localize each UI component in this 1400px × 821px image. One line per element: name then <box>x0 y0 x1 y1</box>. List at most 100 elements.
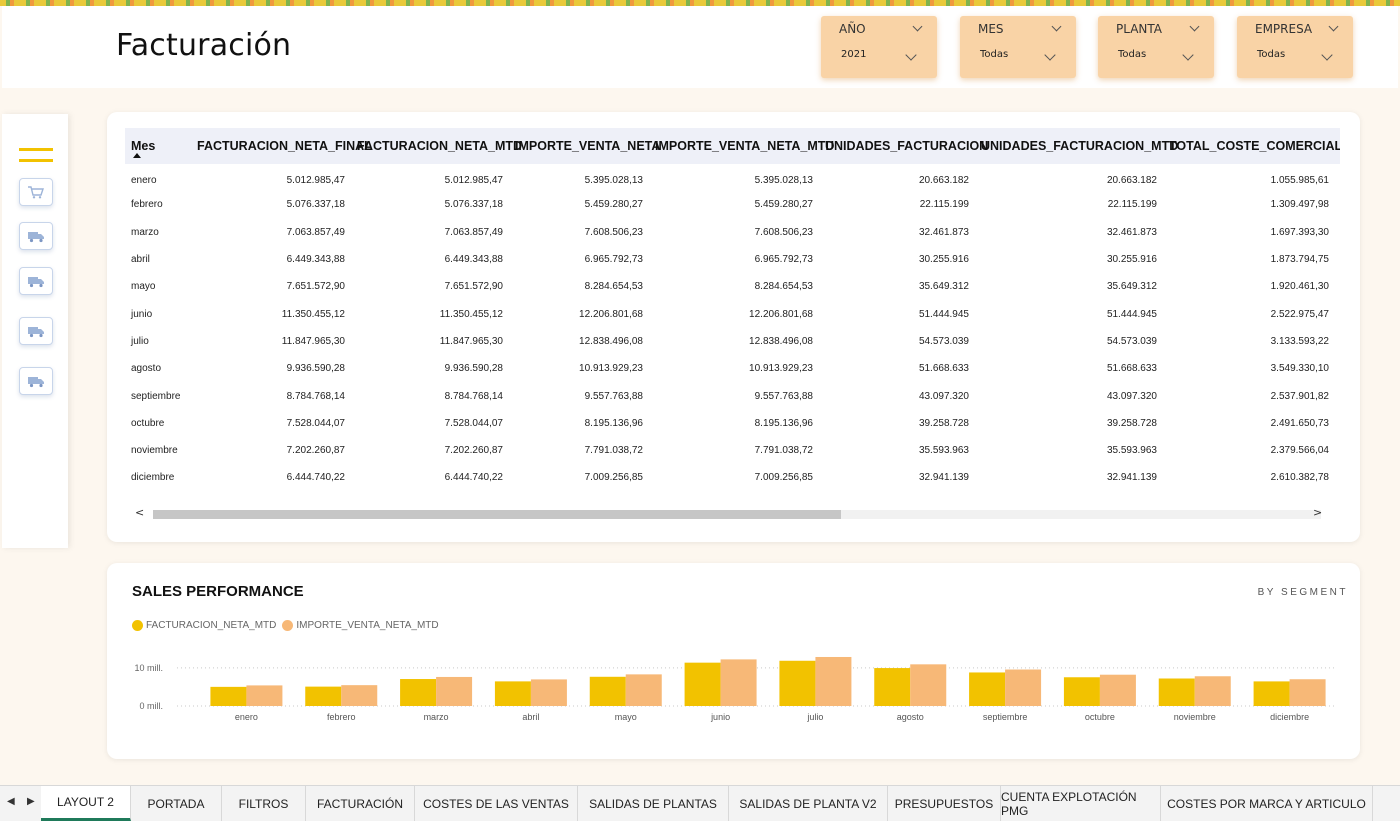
slicer-company[interactable]: EMPRESA Todas <box>1237 16 1353 78</box>
bar-facturacion-abril[interactable] <box>494 681 531 706</box>
cell-value: 2.491.650,73 <box>1270 417 1329 429</box>
bar-importe-julio[interactable] <box>815 656 852 706</box>
nav-button-sales[interactable] <box>19 178 53 206</box>
cell-value: 7.528.044,07 <box>444 417 503 429</box>
column-header[interactable]: UNIDADES_FACTURACION <box>819 128 988 164</box>
legend-item[interactable]: FACTURACION_NETA_MTD <box>132 620 276 631</box>
bar-facturacion-mayo[interactable] <box>589 676 626 706</box>
chevron-down-icon[interactable] <box>1328 21 1339 32</box>
cell-value: 5.459.280,27 <box>584 199 643 211</box>
hamburger-icon[interactable] <box>19 148 53 162</box>
bar-facturacion-febrero[interactable] <box>305 686 342 706</box>
nav-button-shipping-3[interactable] <box>19 317 53 345</box>
page-tab[interactable]: PRESUPUESTOS <box>888 786 1001 821</box>
page-tab[interactable]: SALIDAS DE PLANTAS <box>578 786 729 821</box>
column-header-mes[interactable]: Mes <box>125 128 191 164</box>
cell-value: 1.873.794,75 <box>1270 254 1329 266</box>
tab-next-arrow[interactable]: ▶ <box>27 796 35 807</box>
legend-swatch <box>282 620 294 631</box>
page-tab[interactable]: LAYOUT 2 <box>41 786 131 821</box>
cell-value: 1.309.497,98 <box>1270 199 1329 211</box>
x-tick-label: noviembre <box>1174 712 1216 722</box>
bar-facturacion-noviembre[interactable] <box>1158 678 1195 706</box>
bar-importe-junio[interactable] <box>720 659 757 706</box>
bar-importe-octubre[interactable] <box>1099 674 1136 706</box>
cell-month: febrero <box>131 199 163 211</box>
page-tab[interactable]: PORTADA <box>131 786 222 821</box>
horizontal-scrollbar[interactable]: < > <box>125 506 1340 520</box>
cell-value <box>1335 355 1340 382</box>
cell-value: 5.076.337,18 <box>444 199 503 211</box>
bar-importe-septiembre[interactable] <box>1005 669 1042 706</box>
cell-value <box>1335 382 1340 409</box>
cell-month: julio <box>131 335 149 347</box>
column-header[interactable]: UNIDADES_FACTURACION_MTD <box>975 128 1178 164</box>
slicer-plant[interactable]: PLANTA Todas <box>1098 16 1214 78</box>
page-tab[interactable]: CUENTA EXPLOTACIÓN PMG <box>1001 786 1161 821</box>
cell-value: 7.791.038,72 <box>584 445 643 457</box>
page-tab[interactable]: COSTES DE LAS VENTAS <box>415 786 578 821</box>
nav-sidebar <box>2 114 68 548</box>
cell-value: 8.284.654,53 <box>584 281 643 293</box>
bar-facturacion-marzo[interactable] <box>400 679 437 706</box>
tab-prev-arrow[interactable]: ◀ <box>7 796 15 807</box>
cell-value: 2.610.382,78 <box>1270 472 1329 484</box>
chevron-down-icon[interactable] <box>905 49 917 61</box>
nav-button-shipping-2[interactable] <box>19 267 53 295</box>
chart-legend: FACTURACION_NETA_MTD IMPORTE_VENTA_NETA_… <box>132 620 445 631</box>
column-header[interactable]: TOTAL_COSTE_COMERCIAL <box>1163 128 1340 164</box>
chevron-down-icon[interactable] <box>1044 49 1056 61</box>
scroll-right-arrow[interactable]: > <box>1313 506 1322 519</box>
cell-value: 9.557.763,88 <box>584 390 643 402</box>
page-tab[interactable]: COSTES POR MARCA Y ARTICULO <box>1161 786 1373 821</box>
bar-importe-mayo[interactable] <box>625 674 662 706</box>
column-header[interactable]: IMPORTE_VENTA_NETA <box>509 128 660 164</box>
bar-importe-diciembre[interactable] <box>1289 679 1326 706</box>
nav-button-shipping-4[interactable] <box>19 367 53 395</box>
legend-item[interactable]: IMPORTE_VENTA_NETA_MTD <box>282 620 439 631</box>
cell-value: 5.076.337,18 <box>286 199 345 211</box>
bar-importe-abril[interactable] <box>530 679 567 706</box>
chevron-down-icon[interactable] <box>912 21 923 32</box>
chevron-down-icon[interactable] <box>1051 21 1062 32</box>
chevron-down-icon[interactable] <box>1321 49 1333 61</box>
bar-importe-enero[interactable] <box>246 685 283 706</box>
table-row: junio 11.350.455,12 11.350.455,12 12.206.80… <box>125 300 1340 327</box>
chevron-down-icon[interactable] <box>1189 21 1200 32</box>
cell-value: 8.195.136,96 <box>584 417 643 429</box>
column-header[interactable]: FACTURACION_NETA_MTD <box>351 128 522 164</box>
cell-value: 20.663.182 <box>1106 175 1157 187</box>
chevron-down-icon[interactable] <box>1182 49 1194 61</box>
bar-importe-marzo[interactable] <box>436 676 473 706</box>
bar-facturacion-diciembre[interactable] <box>1253 681 1290 706</box>
cell-value: 7.063.857,49 <box>444 226 503 238</box>
page-tab[interactable]: SALIDAS DE PLANTA V2 <box>729 786 888 821</box>
slicer-year[interactable]: AÑO 2021 <box>821 16 937 78</box>
cell-month: abril <box>131 254 150 266</box>
bar-importe-agosto[interactable] <box>910 664 947 706</box>
cell-value: 8.784.768,14 <box>444 390 503 402</box>
bar-importe-febrero[interactable] <box>341 685 378 706</box>
table-row: diciembre 6.444.740,22 6.444.740,22 7.009.2… <box>125 464 1340 491</box>
table-viewport[interactable]: Mes FACTURACION_NETA_FINAL FACTURACION_NET… <box>125 128 1340 504</box>
page-tab[interactable]: FILTROS <box>222 786 306 821</box>
column-header[interactable]: IMPORTE_VENTA_NETA_MTD <box>649 128 834 164</box>
slicer-month[interactable]: MES Todas <box>960 16 1076 78</box>
bar-facturacion-junio[interactable] <box>684 662 721 706</box>
bar-facturacion-julio[interactable] <box>779 660 816 706</box>
cell-value <box>1335 273 1340 300</box>
column-header[interactable]: FACTURACION_NETA_FINAL <box>191 128 372 164</box>
bar-facturacion-septiembre[interactable] <box>969 672 1006 706</box>
scroll-left-arrow[interactable]: < <box>135 506 144 519</box>
bar-facturacion-octubre[interactable] <box>1063 677 1100 706</box>
cell-value: 54.573.039 <box>1106 335 1157 347</box>
bar-importe-noviembre[interactable] <box>1194 676 1231 706</box>
nav-button-shipping-1[interactable] <box>19 222 53 250</box>
x-tick-label: agosto <box>897 712 924 722</box>
page-tab[interactable]: FACTURACIÓN <box>306 786 415 821</box>
cell-value: 7.791.038,72 <box>754 445 813 457</box>
bar-facturacion-agosto[interactable] <box>874 668 911 706</box>
bar-facturacion-enero[interactable] <box>210 686 247 706</box>
cell-month: mayo <box>131 281 156 293</box>
scrollbar-thumb[interactable] <box>153 510 841 519</box>
